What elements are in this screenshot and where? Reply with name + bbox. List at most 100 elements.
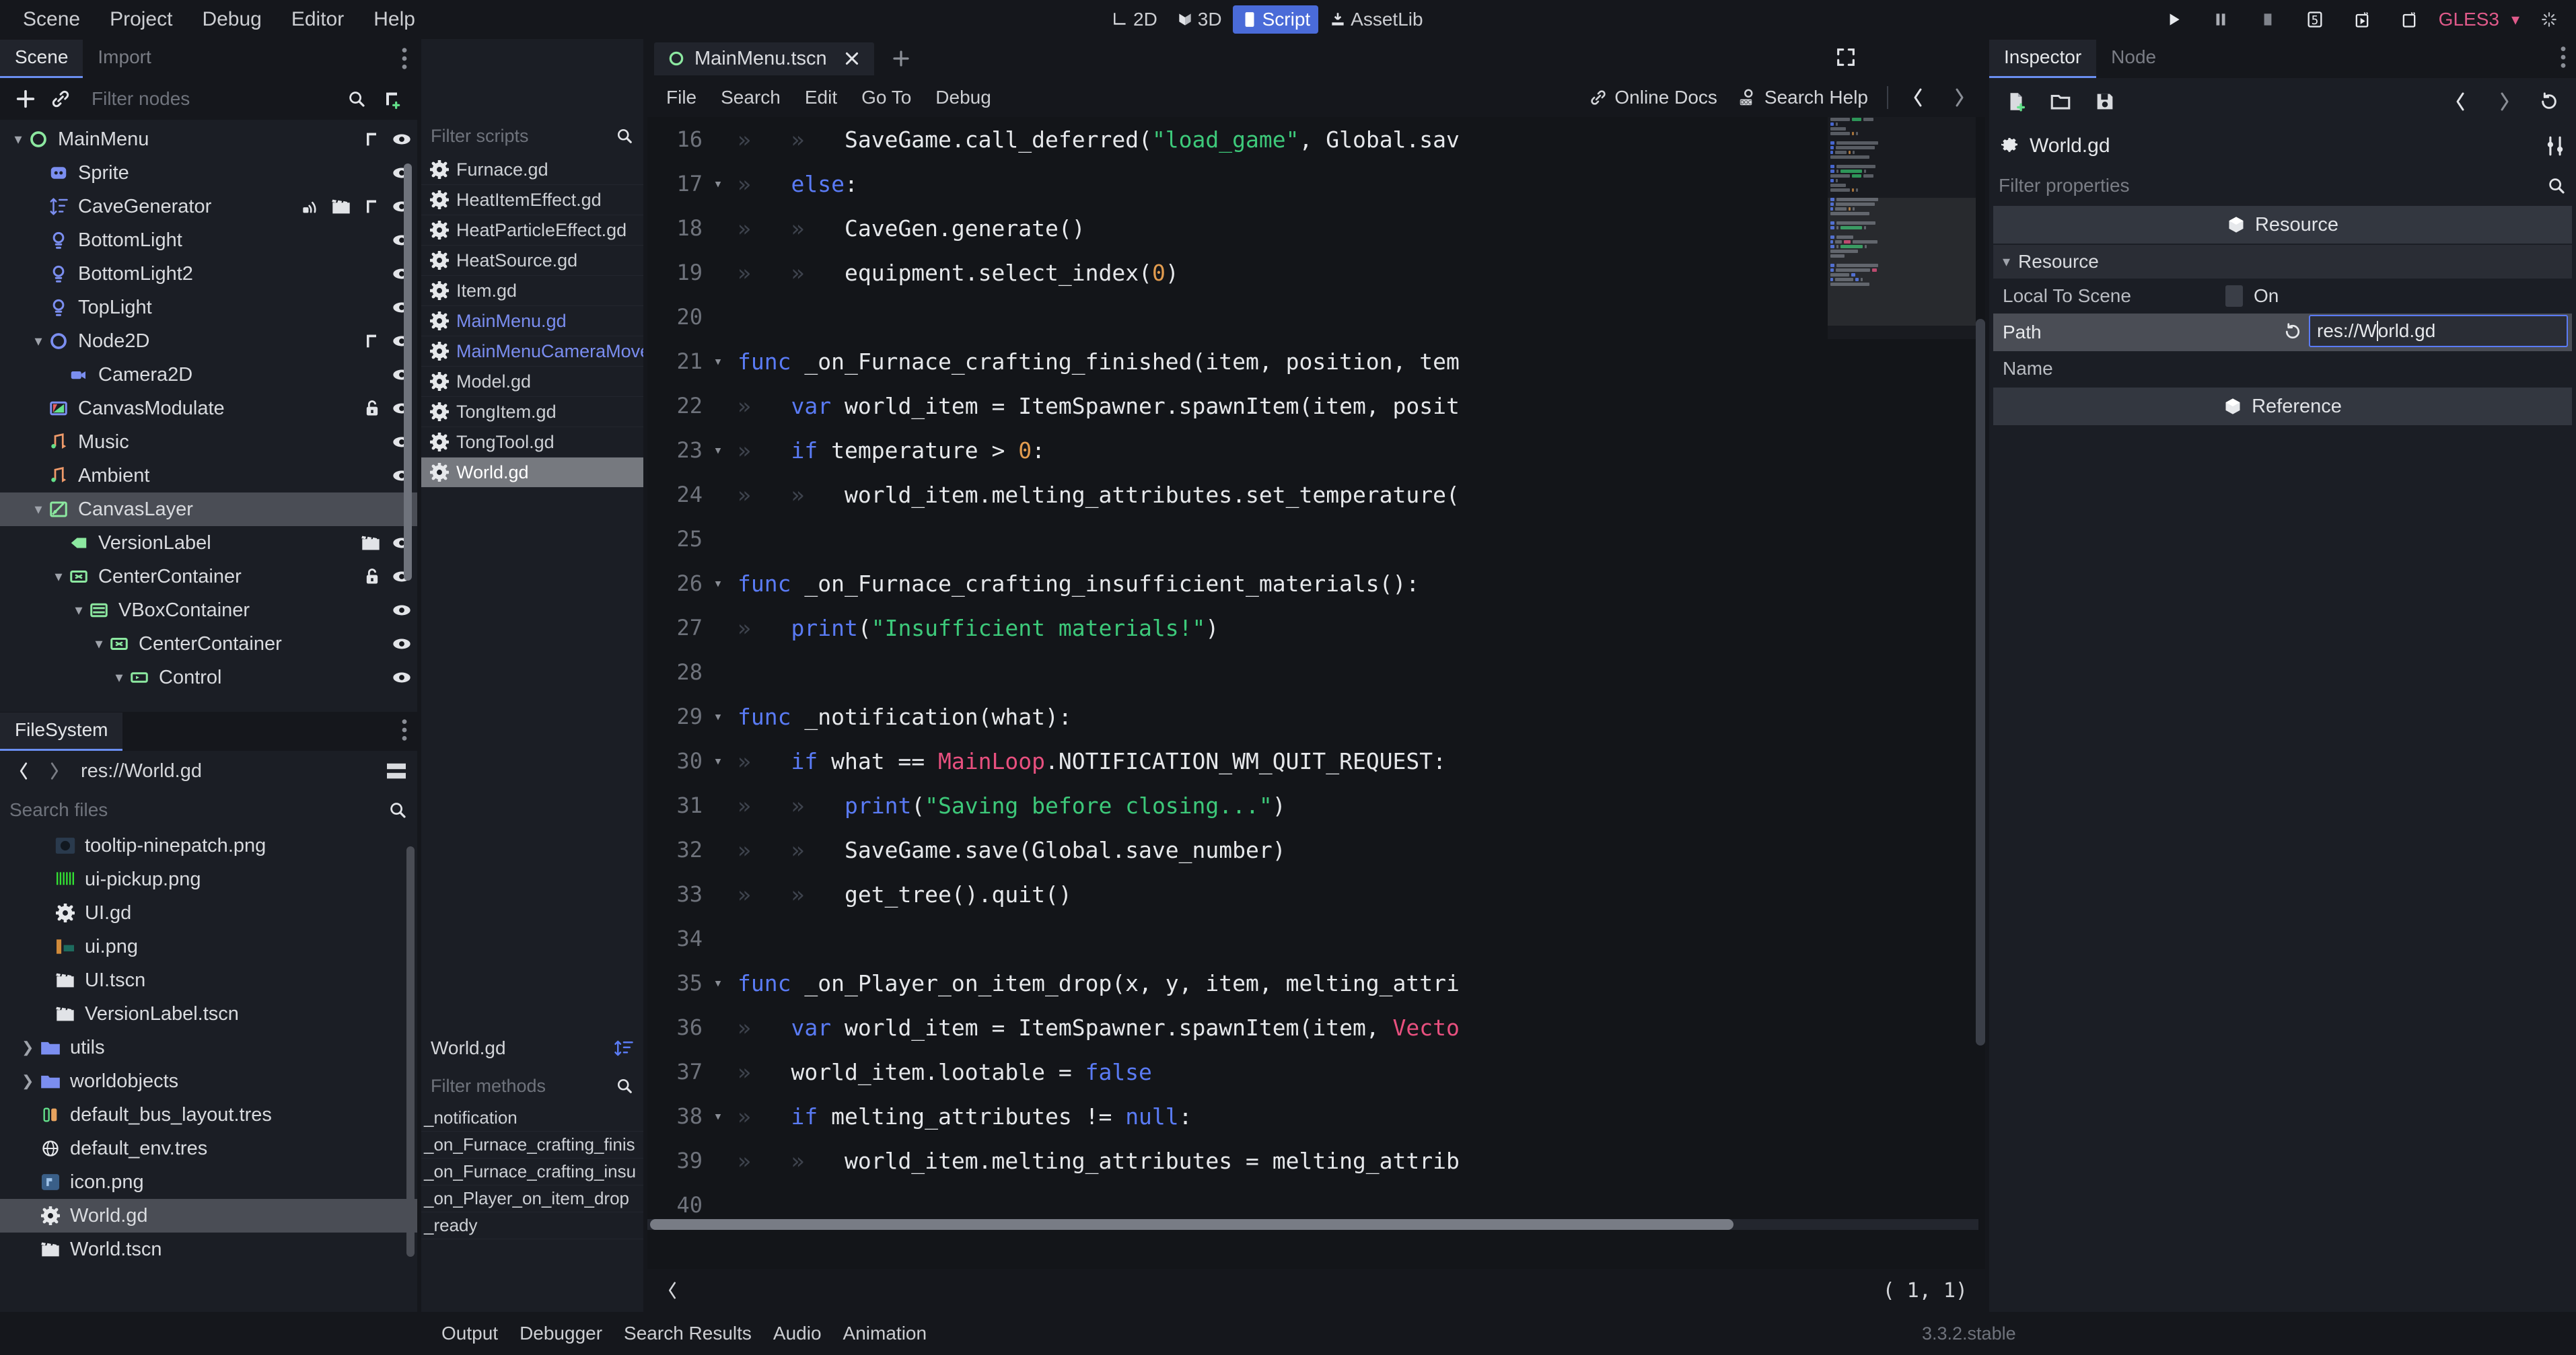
code-fold-arrow[interactable]: ▾ [708, 176, 728, 192]
settings-spinner-icon[interactable] [2532, 2, 2567, 37]
chevron-left-icon[interactable] [9, 754, 38, 789]
scene-tree-node[interactable]: ▾Control [0, 661, 417, 694]
chevron-left-icon[interactable] [665, 1280, 680, 1301]
close-icon[interactable] [843, 50, 861, 67]
stop-icon[interactable] [2250, 2, 2285, 37]
play-scene-icon[interactable]: 5 [2297, 2, 2332, 37]
kebab-menu-icon[interactable] [2560, 46, 2567, 69]
tab-inspector[interactable]: Inspector [1989, 40, 2096, 78]
property-local-to-scene[interactable]: Local To Scene On [1993, 279, 2572, 314]
code-line[interactable]: 35▾func _on_Player_on_item_drop(x, y, it… [647, 961, 1985, 1005]
filesystem-item[interactable]: ui.png [0, 930, 417, 963]
visibility-eye-icon[interactable] [392, 670, 412, 685]
filter-nodes-input[interactable]: Filter nodes [78, 88, 339, 110]
code-line[interactable]: 20 [647, 295, 1985, 339]
menu-debug2[interactable]: Debug [923, 81, 1003, 114]
new-resource-icon[interactable] [1999, 84, 2034, 119]
link-icon[interactable] [43, 81, 78, 116]
code-line[interactable]: 31» » print("Saving before closing...") [647, 783, 1985, 828]
search-icon[interactable] [388, 800, 408, 820]
code-line[interactable]: 39» » world_item.melting_attributes = me… [647, 1138, 1985, 1183]
search-icon[interactable] [615, 126, 634, 145]
scene-icon[interactable] [361, 534, 381, 552]
scene-icon[interactable] [331, 198, 351, 215]
path-input[interactable]: res://World.gd [2309, 315, 2568, 347]
scene-tree-node[interactable]: ▾MainMenu [0, 122, 417, 156]
bottom-tab-output[interactable]: Output [431, 1318, 509, 1349]
chevron-left-icon[interactable] [1900, 80, 1935, 115]
chevron-down-icon[interactable]: ▾ [30, 332, 47, 350]
signal-icon[interactable] [301, 198, 320, 215]
script-list-item[interactable]: HeatParticleEffect.gd [421, 215, 643, 246]
code-line[interactable]: 21▾func _on_Furnace_crafting_finished(it… [647, 339, 1985, 383]
scene-tree-scrollbar[interactable] [404, 163, 412, 581]
filesystem-scrollbar[interactable] [406, 846, 415, 1257]
filesystem-item[interactable]: UI.gd [0, 896, 417, 930]
scene-tree-node[interactable]: CaveGenerator [0, 190, 417, 223]
script-list-item[interactable]: Model.gd [421, 367, 643, 397]
method-list-item[interactable]: _ready [421, 1212, 643, 1239]
resource-section-button[interactable]: Resource [1993, 206, 2572, 244]
attach-script-icon[interactable] [374, 81, 409, 116]
script-list-item[interactable]: TongItem.gd [421, 397, 643, 427]
code-line[interactable]: 18» » CaveGen.generate() [647, 206, 1985, 250]
split-mode-icon[interactable] [385, 762, 408, 780]
tools-icon[interactable] [2544, 135, 2567, 157]
filesystem-item[interactable]: tooltip-ninepatch.png [0, 829, 417, 863]
filesystem-item[interactable]: ui-pickup.png [0, 863, 417, 896]
revert-icon[interactable] [2283, 322, 2303, 342]
code-fold-arrow[interactable]: ▾ [708, 708, 728, 725]
plus-icon[interactable] [884, 41, 919, 76]
menu-scene[interactable]: Scene [8, 0, 95, 39]
code-line[interactable]: 33» » get_tree().quit() [647, 872, 1985, 916]
filesystem-item[interactable]: VersionLabel.tscn [0, 997, 417, 1031]
code-line[interactable]: 19» » equipment.select_index(0) [647, 250, 1985, 295]
code-line[interactable]: 37» world_item.lootable = false [647, 1050, 1985, 1094]
chevron-down-icon[interactable]: ▾ [9, 131, 27, 148]
tab-import[interactable]: Import [83, 40, 166, 78]
code-fold-arrow[interactable]: ▾ [708, 975, 728, 992]
code-line[interactable]: 23▾» if temperature > 0: [647, 428, 1985, 472]
resource-group-header[interactable]: ▾ Resource [1993, 245, 2572, 279]
chevron-right-icon[interactable]: ❯ [22, 1072, 39, 1090]
bottom-tab-search-results[interactable]: Search Results [613, 1318, 762, 1349]
kebab-menu-icon[interactable] [401, 47, 408, 70]
script-list-item[interactable]: MainMenuCameraMove... [421, 336, 643, 367]
search-icon[interactable] [2546, 176, 2567, 196]
search-icon[interactable] [339, 81, 374, 116]
visibility-eye-icon[interactable] [392, 132, 412, 147]
script-badge-icon[interactable] [362, 197, 381, 216]
search-files-input[interactable]: Search files [9, 799, 108, 821]
chevron-down-icon[interactable]: ▾ [30, 501, 47, 518]
menu-project[interactable]: Project [95, 0, 187, 39]
menu-goto[interactable]: Go To [849, 81, 923, 114]
sort-icon[interactable] [614, 1039, 634, 1058]
scene-tree-node[interactable]: TopLight [0, 291, 417, 324]
filesystem-item[interactable]: default_env.tres [0, 1132, 417, 1165]
filter-scripts-input[interactable]: Filter scripts [431, 126, 529, 147]
chevron-right-icon[interactable]: ❯ [22, 1039, 39, 1056]
folder-open-icon[interactable] [2043, 84, 2078, 119]
mode-tab-3d[interactable]: 3D [1168, 5, 1230, 34]
menu-help[interactable]: Help [359, 0, 430, 39]
scene-tree-node[interactable]: Camera2D [0, 358, 417, 392]
history-icon[interactable] [2532, 84, 2567, 119]
code-line[interactable]: 29▾func _notification(what): [647, 694, 1985, 739]
script-list-item[interactable]: HeatItemEffect.gd [421, 185, 643, 215]
code-line[interactable]: 25 [647, 517, 1985, 561]
tab-scene[interactable]: Scene [0, 40, 83, 78]
code-horizontal-scrollbar[interactable] [650, 1219, 1733, 1230]
lock-icon[interactable] [363, 567, 381, 586]
code-fold-arrow[interactable]: ▾ [708, 575, 728, 592]
menu-debug[interactable]: Debug [187, 0, 276, 39]
code-line[interactable]: 30▾» if what == MainLoop.NOTIFICATION_WM… [647, 739, 1985, 783]
code-line[interactable]: 32» » SaveGame.save(Global.save_number) [647, 828, 1985, 872]
filesystem-item[interactable]: ❯utils [0, 1031, 417, 1064]
code-fold-arrow[interactable]: ▾ [708, 353, 728, 370]
code-line[interactable]: 16» » SaveGame.call_deferred("load_game"… [647, 117, 1985, 161]
scene-tree-node[interactable]: CanvasModulate [0, 392, 417, 425]
code-fold-arrow[interactable]: ▾ [708, 442, 728, 459]
code-fold-arrow[interactable]: ▾ [708, 1108, 728, 1125]
code-line[interactable]: 17▾» else: [647, 161, 1985, 206]
tab-filesystem[interactable]: FileSystem [0, 712, 122, 751]
